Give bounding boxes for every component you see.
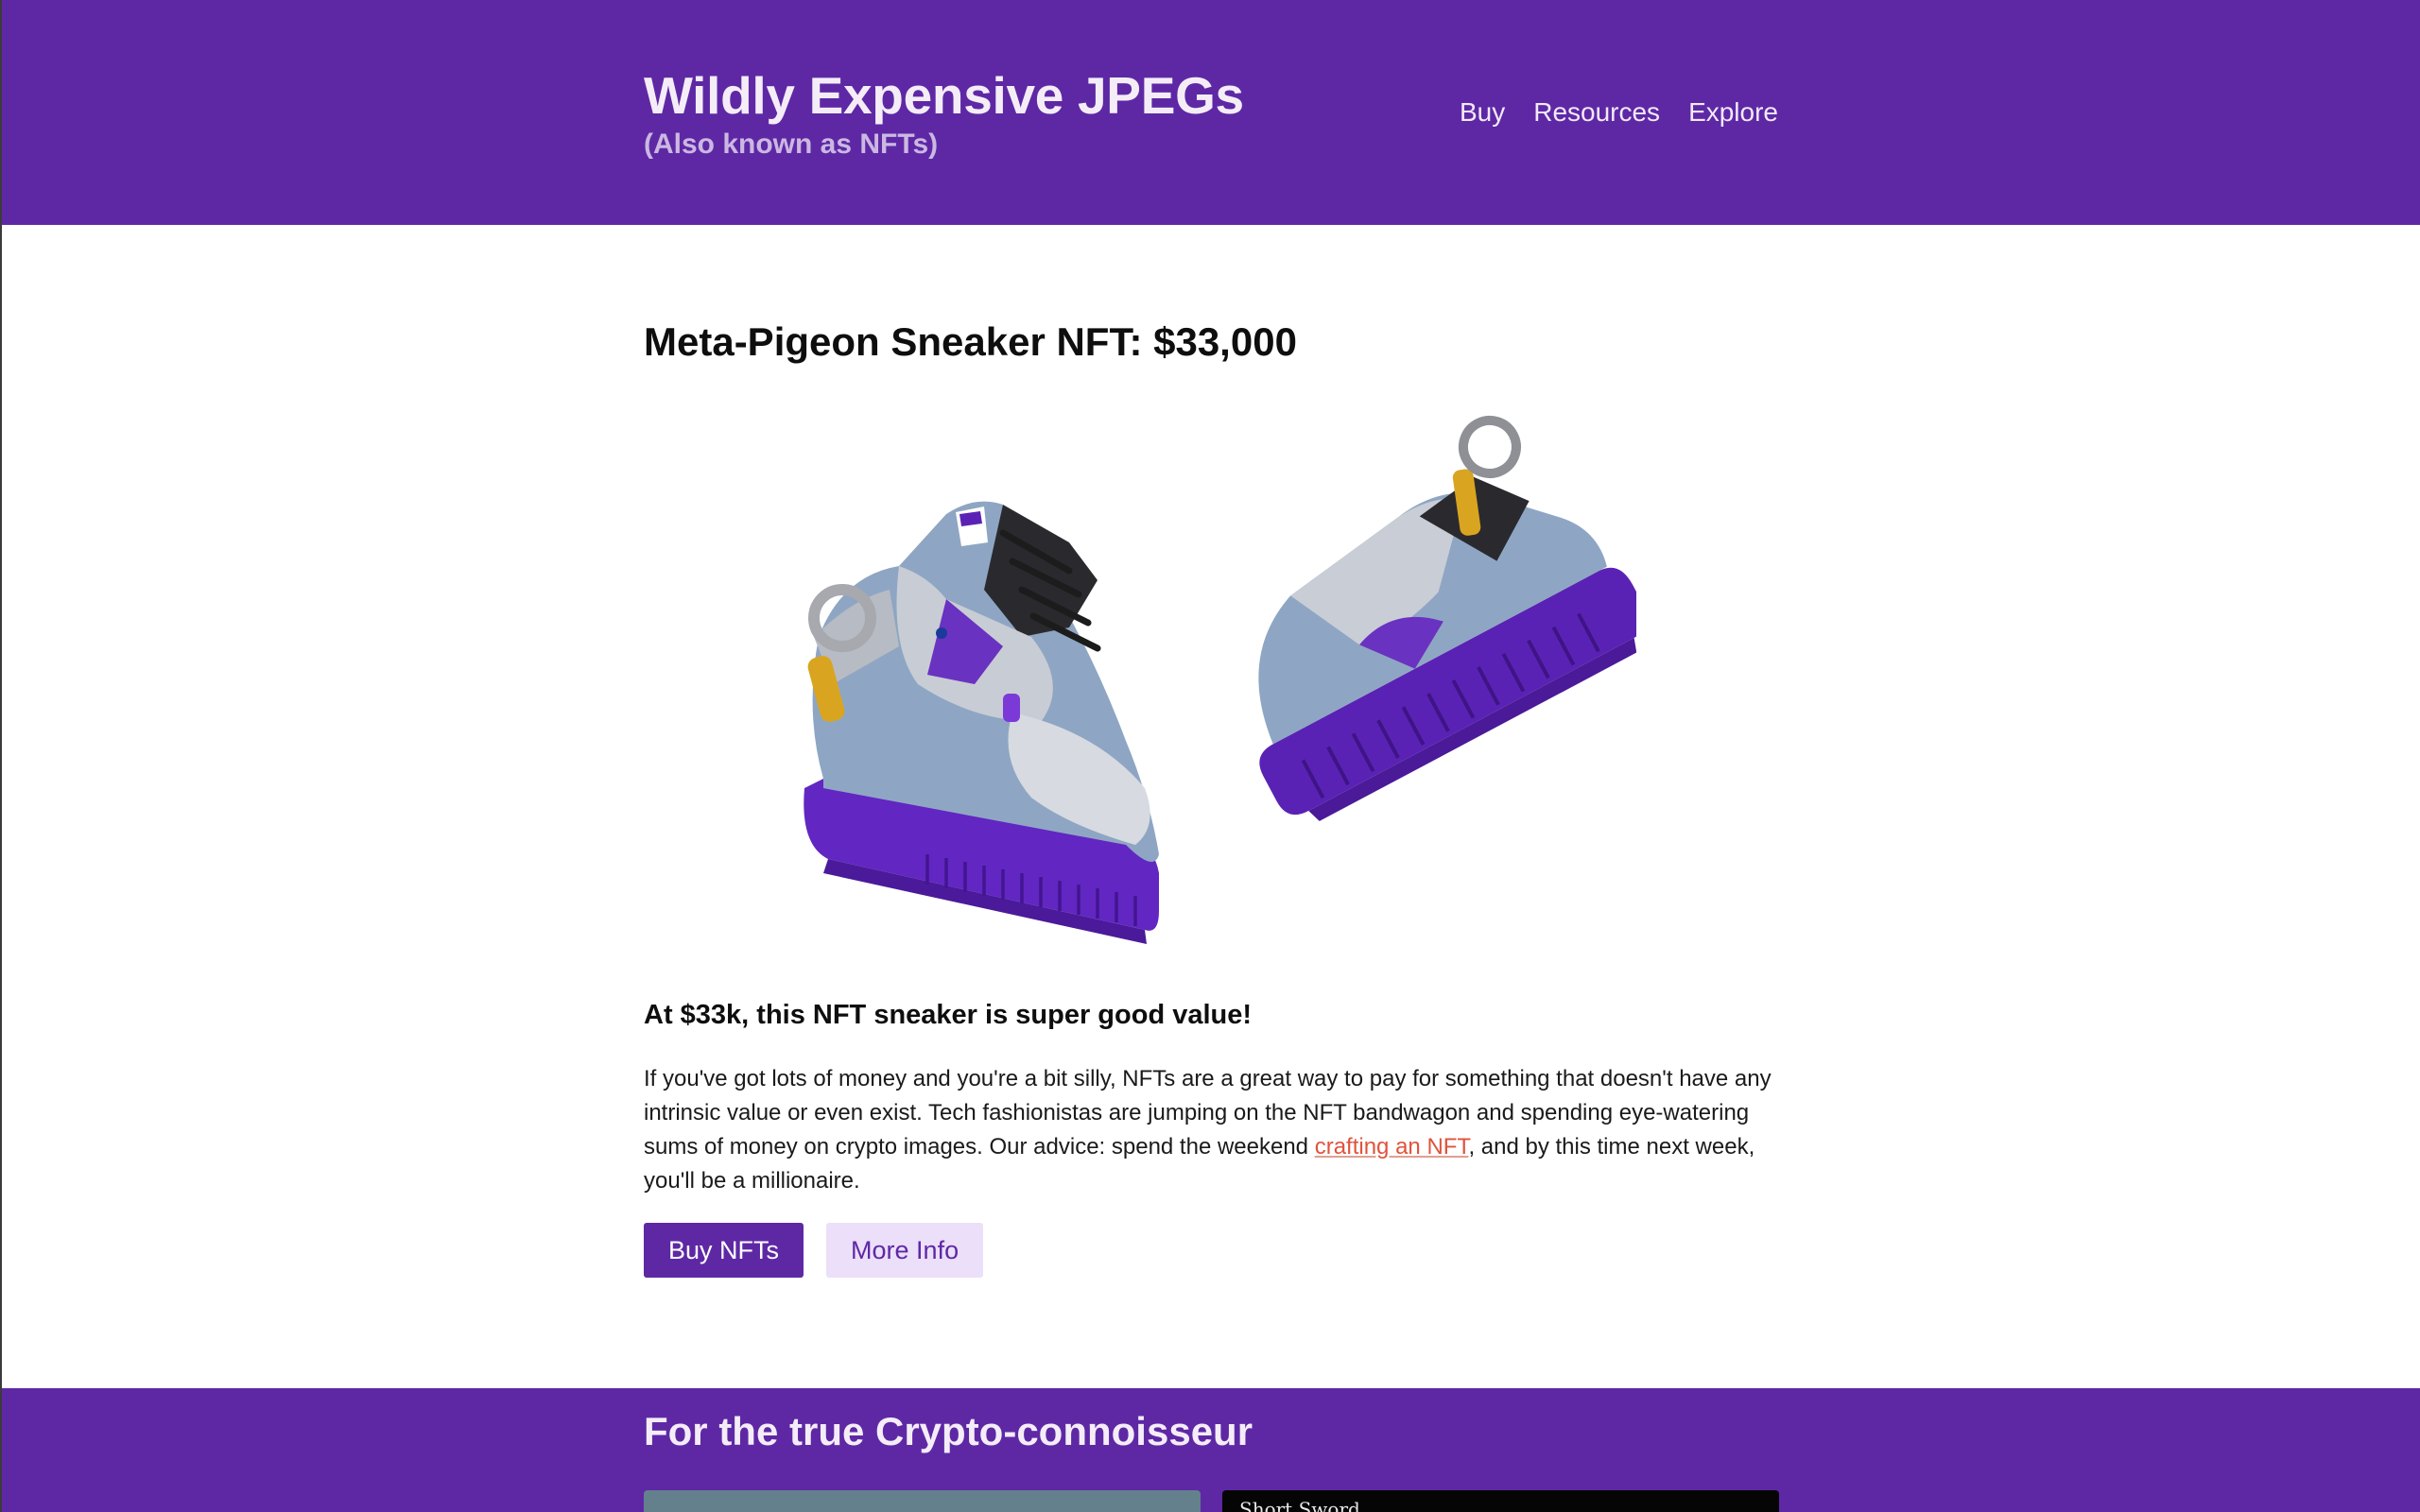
- nav-link-resources[interactable]: Resources: [1533, 95, 1660, 129]
- nft-card-short-sword[interactable]: Short Sword: [1222, 1490, 1779, 1512]
- sneaker-image: [804, 415, 1636, 944]
- product-tagline: At $33k, this NFT sneaker is super good …: [644, 1000, 1253, 1030]
- buy-nfts-button[interactable]: Buy NFTs: [644, 1223, 804, 1278]
- site-title[interactable]: Wildly Expensive JPEGs: [644, 62, 1244, 129]
- crafting-nft-link[interactable]: crafting an NFT: [1315, 1134, 1469, 1160]
- nft-card-left[interactable]: [644, 1490, 1201, 1512]
- nft-card-short-sword-label: Short Sword: [1239, 1498, 1360, 1512]
- product-actions: Buy NFTs More Info: [644, 1223, 984, 1278]
- sneaker-back: [1258, 415, 1636, 821]
- site-header: Wildly Expensive JPEGs (Also known as NF…: [0, 0, 2420, 225]
- more-info-button[interactable]: More Info: [826, 1223, 984, 1278]
- page-left-border: [0, 0, 2, 1512]
- nav-link-explore[interactable]: Explore: [1688, 95, 1778, 129]
- connoisseur-section: For the true Crypto-connoisseur Short Sw…: [0, 1388, 2420, 1512]
- product-description: If you've got lots of money and you're a…: [644, 1062, 1778, 1198]
- site-subtitle: (Also known as NFTs): [644, 129, 939, 160]
- product-title: Meta-Pigeon Sneaker NFT: $33,000: [644, 319, 1297, 364]
- brand: Wildly Expensive JPEGs (Also known as NF…: [644, 62, 1244, 161]
- main-nav: Buy Resources Explore: [1460, 95, 1778, 129]
- sneaker-front: [804, 501, 1159, 944]
- nav-link-buy[interactable]: Buy: [1460, 95, 1505, 129]
- connoisseur-title: For the true Crypto-connoisseur: [644, 1409, 1253, 1453]
